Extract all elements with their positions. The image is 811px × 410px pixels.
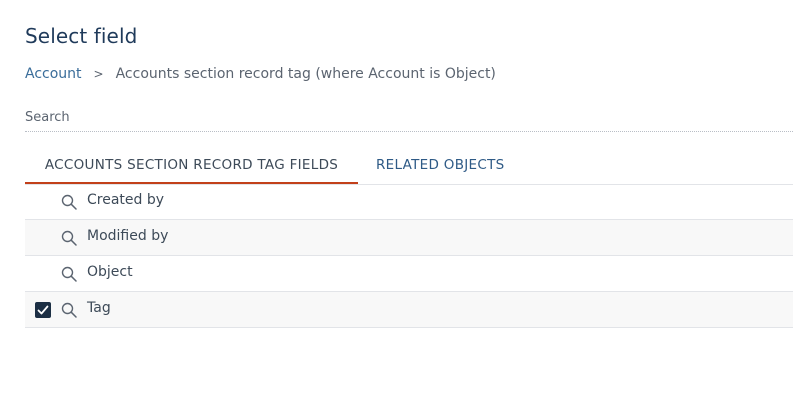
field-list: Created by Modified by Object Tag: [25, 184, 793, 328]
list-item-object[interactable]: Object: [25, 256, 793, 292]
breadcrumb-account-link[interactable]: Account: [25, 66, 82, 82]
search-icon[interactable]: [61, 266, 77, 282]
tab-bar: ACCOUNTS SECTION RECORD TAG FIELDS RELAT…: [25, 150, 793, 185]
list-item-tag[interactable]: Tag: [25, 292, 793, 328]
select-field-dialog: Select field Account > Accounts section …: [0, 0, 811, 410]
page-title: Select field: [25, 24, 138, 48]
list-item-label: Modified by: [87, 228, 169, 244]
tab-record-tag-fields[interactable]: ACCOUNTS SECTION RECORD TAG FIELDS: [25, 150, 358, 184]
search-input-underline: [25, 131, 793, 132]
list-item-label: Object: [87, 264, 133, 280]
breadcrumb: Account > Accounts section record tag (w…: [25, 66, 496, 82]
search-icon[interactable]: [61, 194, 77, 210]
search-input[interactable]: Search: [25, 110, 70, 125]
tab-related-objects[interactable]: RELATED OBJECTS: [376, 150, 505, 183]
list-item-label: Tag: [87, 300, 111, 316]
breadcrumb-current: Accounts section record tag (where Accou…: [115, 66, 496, 82]
breadcrumb-separator: >: [93, 67, 104, 81]
search-icon[interactable]: [61, 302, 77, 318]
list-item-label: Created by: [87, 192, 165, 208]
checkbox-checked[interactable]: [35, 302, 51, 318]
search-icon[interactable]: [61, 230, 77, 246]
list-item-created-by[interactable]: Created by: [25, 184, 793, 220]
list-item-modified-by[interactable]: Modified by: [25, 220, 793, 256]
checkmark-icon: [37, 305, 49, 315]
